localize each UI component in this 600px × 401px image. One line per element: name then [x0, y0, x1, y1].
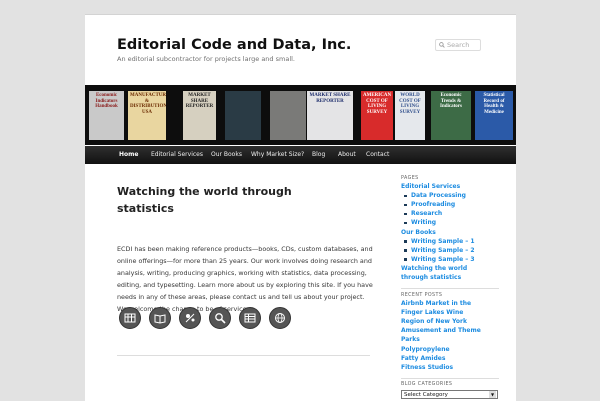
banner-book-5: [270, 91, 306, 140]
sidebar-page-research[interactable]: Research: [411, 209, 442, 218]
post-divider: [117, 355, 370, 356]
list-bullet: [404, 212, 407, 216]
nav-item-why-market-size[interactable]: Why Market Size?: [251, 146, 304, 164]
category-select[interactable]: Select Category ▼: [401, 390, 498, 399]
banner-book-title: Statistical Record of Health & Medicine: [483, 93, 505, 115]
banner-book-3: MARKET SHARE REPORTER: [183, 91, 216, 140]
sidebar-page-writing-sample-2[interactable]: Writing Sample – 2: [411, 246, 475, 255]
banner-book-2: MANUFACTURING & DISTRIBUTION USA: [128, 91, 166, 140]
banner-book-title: [225, 91, 261, 95]
ledger-icon[interactable]: [119, 307, 141, 329]
banner-book-1: Economic Indicators Handbook: [89, 91, 124, 140]
banner-book-title: Economic Indicators Handbook: [95, 93, 118, 109]
magnifier-icon[interactable]: [209, 307, 231, 329]
nav-item-blog[interactable]: Blog: [312, 146, 325, 164]
widget-divider: [401, 288, 499, 289]
banner-book-7: AMERICAN COST OF LIVING SURVEY: [361, 91, 393, 140]
search-placeholder: Search: [447, 41, 470, 49]
chevron-down-icon: ▼: [489, 391, 496, 398]
recent-post-link[interactable]: Polypropylene: [401, 345, 450, 354]
sidebar-page-writing-sample-1[interactable]: Writing Sample – 1: [411, 237, 475, 246]
nav-item-about[interactable]: About: [338, 146, 356, 164]
sidebar-page-our-books[interactable]: Our Books: [401, 228, 436, 237]
data-graphics-icon[interactable]: [179, 307, 201, 329]
book-icon[interactable]: [149, 307, 171, 329]
widget-title-blog-categories: BLOG CATEGORIES: [401, 382, 453, 387]
post-title[interactable]: Watching the world through statistics: [117, 183, 327, 217]
list-bullet: [404, 194, 407, 198]
list-bullet: [404, 203, 407, 207]
banner-book-title: WORLD COST OF LIVING SURVEY: [399, 93, 421, 115]
widget-divider: [401, 378, 499, 379]
nav-item-contact[interactable]: Contact: [366, 146, 389, 164]
banner-book-title: [270, 91, 306, 95]
globe-icon[interactable]: [269, 307, 291, 329]
banner-book-title: MARKET SHARE REPORTER: [185, 93, 214, 109]
list-bullet: [404, 249, 407, 252]
nav-item-our-books[interactable]: Our Books: [211, 146, 242, 164]
list-bullet: [404, 240, 407, 243]
sidebar-page-through-statistics[interactable]: through statistics: [401, 273, 461, 282]
widget-title-recent-posts: RECENT POSTS: [401, 293, 443, 298]
site-title[interactable]: Editorial Code and Data, Inc.: [117, 37, 351, 53]
category-select-value: Select Category: [404, 392, 448, 398]
search-input[interactable]: Search: [435, 39, 481, 51]
recent-post-link[interactable]: Fitness Studios: [401, 363, 453, 372]
sidebar-page-writing[interactable]: Writing: [411, 218, 436, 227]
sidebar-page-writing-sample-3[interactable]: Writing Sample – 3: [411, 255, 475, 264]
sidebar-page-editorial-services[interactable]: Editorial Services: [401, 182, 460, 191]
sidebar-page-watching-the-world[interactable]: Watching the world: [401, 264, 467, 273]
header-banner[interactable]: Economic Indicators Handbook MANUFACTURIN…: [85, 85, 516, 145]
banner-book-6: MARKET SHARE REPORTER: [307, 91, 353, 140]
banner-book-9: Economic Trends & Indicators: [431, 91, 471, 140]
list-bullet: [404, 258, 407, 261]
recent-post-link[interactable]: Region of New York: [401, 317, 467, 326]
recent-post-link[interactable]: Parks: [401, 335, 420, 344]
banner-book-10: Statistical Record of Health & Medicine: [475, 91, 513, 140]
recent-post-link[interactable]: Amusement and Theme: [401, 326, 481, 335]
banner-book-4: [225, 91, 261, 140]
sidebar-page-proofreading[interactable]: Proofreading: [411, 200, 455, 209]
spreadsheet-icon[interactable]: [239, 307, 261, 329]
banner-book-title: MANUFACTURING & DISTRIBUTION USA: [130, 93, 166, 115]
banner-book-title: MARKET SHARE REPORTER: [309, 93, 351, 104]
banner-book-8: WORLD COST OF LIVING SURVEY: [395, 91, 425, 140]
search-icon: [439, 42, 445, 48]
recent-post-link[interactable]: Fatty Amides: [401, 354, 445, 363]
recent-post-link[interactable]: Finger Lakes Wine: [401, 308, 463, 317]
banner-book-title: Economic Trends & Indicators: [440, 93, 462, 109]
main-navigation: Home Editorial Services Our Books Why Marke…: [85, 146, 516, 164]
banner-book-title: AMERICAN COST OF LIVING SURVEY: [363, 93, 392, 115]
sidebar-page-data-processing[interactable]: Data Processing: [411, 191, 466, 200]
nav-item-editorial-services[interactable]: Editorial Services: [151, 146, 203, 164]
site-description: An editorial subcontractor for projects …: [117, 55, 295, 63]
post-body: ECDI has been making reference products—…: [117, 245, 373, 313]
nav-item-home[interactable]: Home: [119, 146, 138, 164]
recent-post-link[interactable]: Airbnb Market in the: [401, 299, 471, 308]
list-bullet: [404, 221, 407, 225]
widget-title-pages: PAGES: [401, 176, 419, 181]
